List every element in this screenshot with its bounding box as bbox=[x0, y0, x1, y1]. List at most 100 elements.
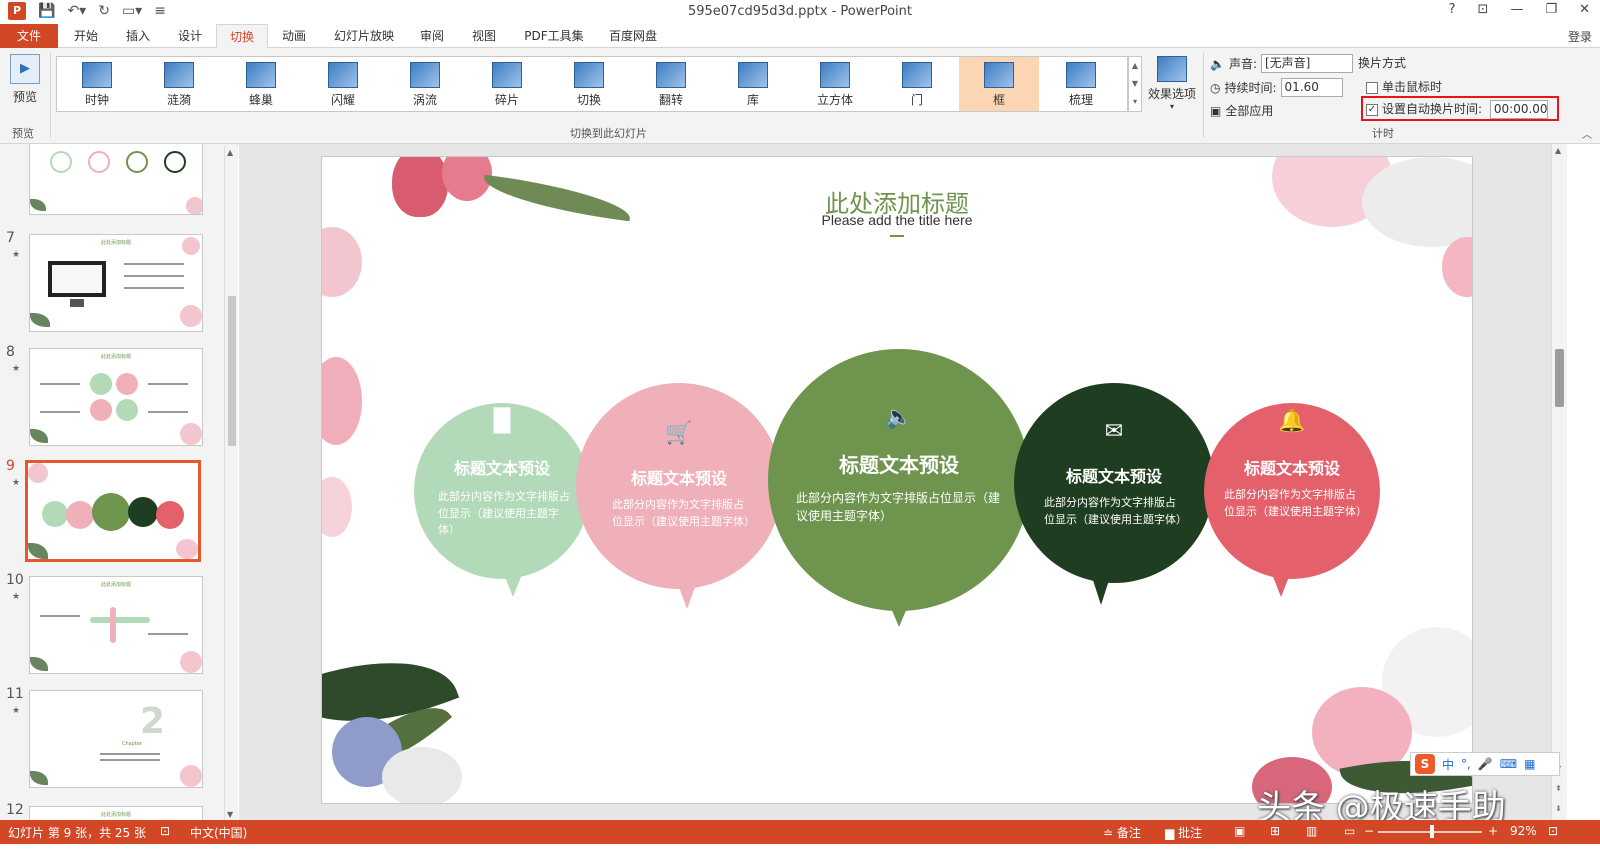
zoom-level[interactable]: 92% bbox=[1510, 824, 1537, 838]
scroll-up-icon[interactable]: ▲ bbox=[1555, 146, 1561, 155]
transition-ripple[interactable]: 涟漪 bbox=[139, 57, 219, 111]
thumb-monitor-stand bbox=[70, 299, 84, 307]
transition-flip[interactable]: 翻转 bbox=[631, 57, 711, 111]
transition-honeycomb[interactable]: 蜂巢 bbox=[221, 57, 301, 111]
speech-bubble-5[interactable]: 🔔 标题文本预设 此部分内容作为文字排版占位显示（建议使用主题字体） bbox=[1204, 403, 1380, 597]
spellcheck-icon[interactable]: ⊡ bbox=[160, 824, 170, 838]
zoom-slider-handle[interactable] bbox=[1430, 825, 1434, 838]
ime-language-toggle[interactable]: 中 bbox=[1442, 756, 1454, 773]
sogou-logo-icon[interactable]: S bbox=[1415, 754, 1435, 774]
zoom-in-button[interactable]: + bbox=[1488, 824, 1498, 838]
gallery-up-icon[interactable]: ▲ bbox=[1129, 57, 1141, 75]
minimize-button[interactable]: — bbox=[1510, 2, 1523, 17]
next-slide-icon[interactable]: ⇟ bbox=[1555, 804, 1562, 813]
tab-review[interactable]: 审阅 bbox=[408, 24, 456, 48]
speech-bubble-3[interactable]: 🔈 标题文本预设 此部分内容作为文字排版占位显示（建议使用主题字体） bbox=[768, 349, 1030, 627]
scroll-down-icon[interactable]: ▼ bbox=[227, 810, 233, 819]
thumb-line bbox=[40, 411, 80, 413]
bubble-heading: 标题文本预设 bbox=[1243, 459, 1340, 478]
maximize-button[interactable]: ❐ bbox=[1545, 2, 1557, 17]
comb-transition-icon bbox=[1066, 62, 1096, 88]
duration-input[interactable]: 01.60 bbox=[1280, 78, 1343, 97]
normal-view-icon[interactable]: ▣ bbox=[1234, 824, 1245, 838]
tab-animations[interactable]: 动画 bbox=[268, 24, 320, 48]
transition-box[interactable]: 框 bbox=[959, 57, 1039, 111]
previous-slide-icon[interactable]: ⇞ bbox=[1555, 784, 1562, 793]
speech-bubble-4[interactable]: ✉ 标题文本预设 此部分内容作为文字排版占位显示（建议使用主题字体） bbox=[1014, 383, 1214, 605]
thumbnail-slide-6[interactable] bbox=[29, 144, 203, 215]
transition-shred[interactable]: 碎片 bbox=[467, 57, 547, 111]
window-title: 595e07cd95d3d.pptx - PowerPoint bbox=[687, 4, 913, 19]
zoom-out-button[interactable]: − bbox=[1364, 824, 1374, 838]
slide-sorter-icon[interactable]: ⊞ bbox=[1270, 824, 1280, 838]
tab-slideshow[interactable]: 幻灯片放映 bbox=[322, 24, 406, 48]
tab-home[interactable]: 开始 bbox=[60, 24, 112, 48]
sign-in-link[interactable]: 登录 bbox=[1568, 28, 1592, 45]
tab-view[interactable]: 视图 bbox=[458, 24, 510, 48]
tab-file[interactable]: 文件 bbox=[0, 24, 58, 48]
transition-cube[interactable]: 立方体 bbox=[795, 57, 875, 111]
slide-canvas[interactable]: 此处添加标题 Please add the title here ▐▌ 标题文本… bbox=[321, 156, 1473, 804]
language-indicator[interactable]: 中文(中国) bbox=[190, 824, 247, 841]
tab-design[interactable]: 设计 bbox=[164, 24, 216, 48]
transition-comb[interactable]: 梳理 bbox=[1041, 57, 1121, 111]
scroll-thumb[interactable] bbox=[228, 296, 236, 446]
close-button[interactable]: ✕ bbox=[1579, 2, 1590, 17]
glitter-transition-icon bbox=[328, 62, 358, 88]
thumbnail-slide-10[interactable]: 此处添加标题 bbox=[29, 576, 203, 674]
thumbnail-slide-11[interactable]: 2 Chapter bbox=[29, 690, 203, 788]
gallery-more-icon[interactable]: ▾ bbox=[1129, 93, 1141, 111]
on-click-checkbox[interactable] bbox=[1366, 81, 1378, 94]
slide-subtitle[interactable]: Please add the title here bbox=[322, 212, 1472, 228]
reading-view-icon[interactable]: ▥ bbox=[1306, 824, 1317, 838]
tab-insert[interactable]: 插入 bbox=[112, 24, 164, 48]
on-mouse-click-row[interactable]: 单击鼠标时 bbox=[1366, 78, 1442, 95]
tab-baidu-netdisk[interactable]: 百度网盘 bbox=[598, 24, 668, 48]
notes-button[interactable]: ≐ 备注 bbox=[1103, 824, 1141, 841]
transition-glitter[interactable]: 闪耀 bbox=[303, 57, 383, 111]
thumb-flower bbox=[180, 765, 202, 787]
thumb-number: 11 bbox=[6, 686, 24, 702]
thumb-line bbox=[100, 753, 160, 755]
thumb-title: 此处添加标题 bbox=[100, 812, 131, 818]
ime-punctuation-icon[interactable]: °, bbox=[1461, 757, 1471, 771]
thumb-line bbox=[148, 633, 188, 635]
thumb-leaf bbox=[30, 771, 48, 785]
bubble-heading: 标题文本预设 bbox=[453, 459, 550, 478]
speech-bubble-2[interactable]: 🛒 标题文本预设 此部分内容作为文字排版占位显示（建议使用主题字体） bbox=[576, 383, 782, 609]
sound-dropdown[interactable]: [无声音] bbox=[1261, 54, 1353, 73]
thumb-circle bbox=[88, 151, 110, 173]
slideshow-icon[interactable]: ▭ bbox=[1344, 824, 1355, 838]
ribbon-display-options-button[interactable]: ⊡ bbox=[1478, 2, 1489, 17]
transition-switch[interactable]: 切换 bbox=[549, 57, 629, 111]
thumbnail-slide-7[interactable]: 此处添加标题 bbox=[29, 234, 203, 332]
tab-transitions[interactable]: 切换 bbox=[216, 24, 268, 49]
transition-gallery[interactable]: 库 bbox=[713, 57, 793, 111]
window-controls: ? ⊡ — ❐ ✕ bbox=[1449, 2, 1590, 17]
ime-menu-icon[interactable]: ▦ bbox=[1524, 757, 1535, 771]
collapse-ribbon-icon[interactable]: ︿ bbox=[1582, 126, 1592, 141]
gallery-down-icon[interactable]: ▼ bbox=[1129, 75, 1141, 93]
flip-transition-icon bbox=[656, 62, 686, 88]
speech-bubble-1[interactable]: ▐▌ 标题文本预设 此部分内容作为文字排版占位显示（建议使用主题字体） bbox=[414, 403, 590, 597]
gallery-scroll[interactable]: ▲ ▼ ▾ bbox=[1128, 56, 1142, 112]
apply-all-button[interactable]: ▣ 全部应用 bbox=[1210, 102, 1273, 119]
editor-scrollbar[interactable]: ▲ ▼ ⇞ ⇟ bbox=[1551, 144, 1567, 830]
preview-button[interactable]: 预览 bbox=[8, 54, 42, 105]
status-bar: 幻灯片 第 9 张，共 25 张 ⊡ 中文(中国) ≐ 备注 ▆ 批注 ▣ ⊞ … bbox=[0, 820, 1600, 844]
tab-pdf-tools[interactable]: PDF工具集 bbox=[512, 24, 596, 48]
comments-button[interactable]: ▆ 批注 bbox=[1165, 824, 1202, 841]
thumbnail-slide-8[interactable]: 此处添加标题 bbox=[29, 348, 203, 446]
scroll-thumb[interactable] bbox=[1555, 349, 1564, 407]
help-button[interactable]: ? bbox=[1449, 2, 1456, 17]
transition-doors[interactable]: 门 bbox=[877, 57, 957, 111]
effect-options-button[interactable]: 效果选项 ▾ bbox=[1146, 56, 1198, 111]
fit-to-window-icon[interactable]: ⊡ bbox=[1548, 824, 1558, 838]
transition-vortex[interactable]: 涡流 bbox=[385, 57, 465, 111]
microphone-icon[interactable]: 🎤 bbox=[1478, 757, 1493, 771]
keyboard-icon[interactable]: ⌨ bbox=[1500, 757, 1517, 771]
scroll-up-icon[interactable]: ▲ bbox=[227, 148, 233, 157]
thumbnails-scrollbar[interactable]: ▲ ▼ bbox=[224, 146, 238, 826]
transition-clock[interactable]: 时钟 bbox=[57, 57, 137, 111]
thumbnail-slide-9[interactable] bbox=[25, 460, 201, 562]
